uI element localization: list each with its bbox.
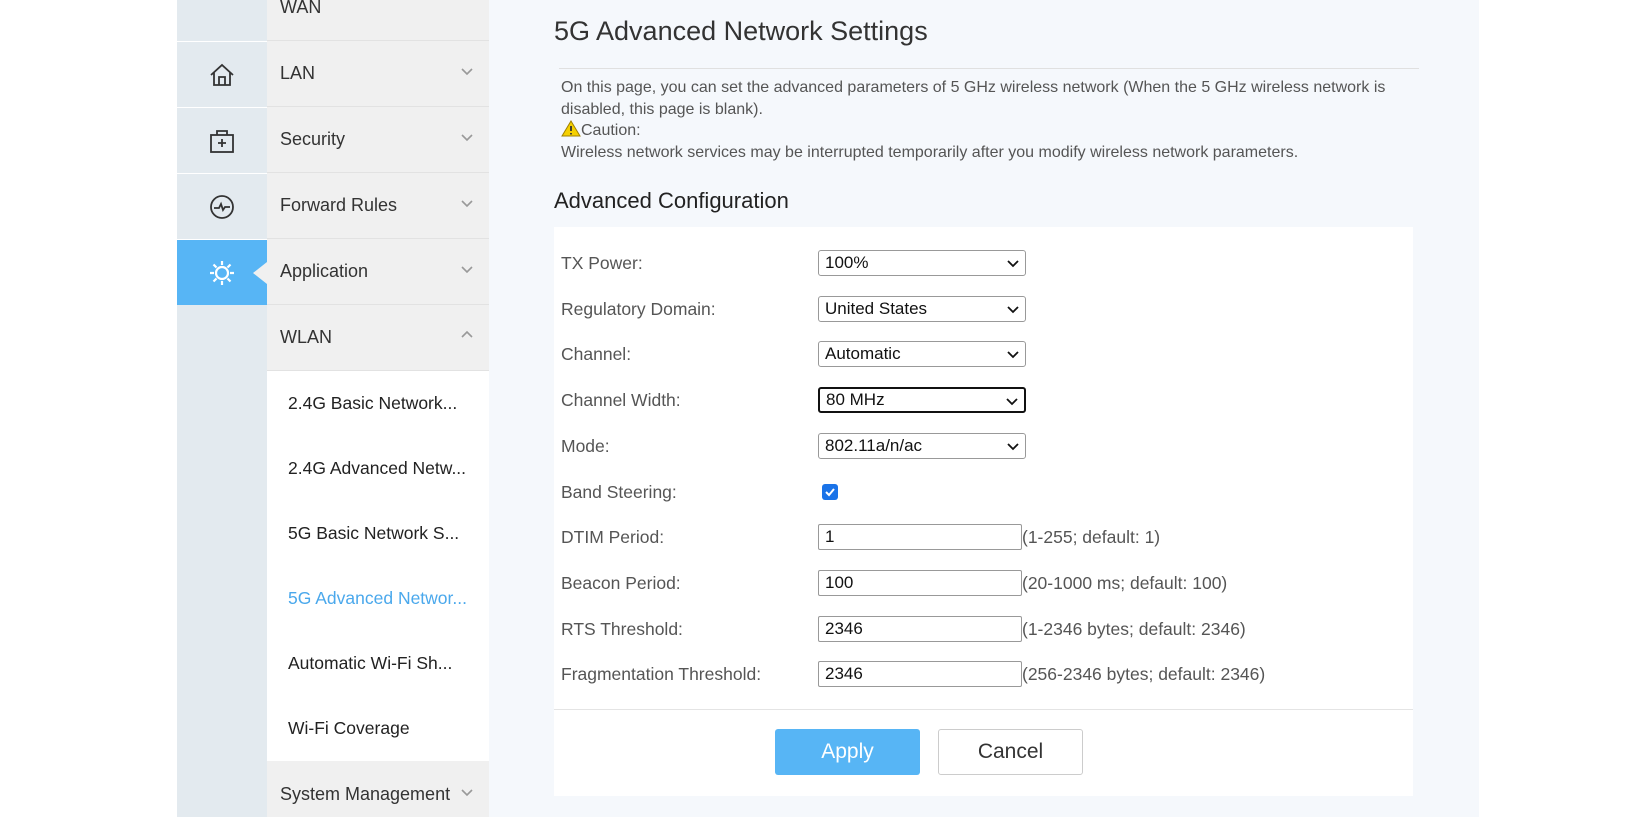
toolbox-icon [208,127,236,155]
checkmark-icon [824,486,836,498]
field-label: Regulatory Domain: [561,299,716,320]
caution-text: Wireless network services may be interru… [561,142,1421,164]
menu-wan[interactable]: WAN [267,0,489,41]
menu-label: Forward Rules [280,195,397,216]
fragmentation-hint: (256-2346 bytes; default: 2346) [1022,664,1265,685]
chevron-down-icon [461,131,473,143]
field-label: Channel Width: [561,390,681,411]
field-label: TX Power: [561,253,643,274]
chevron-down-icon [461,786,473,798]
submenu-24g-basic[interactable]: 2.4G Basic Network... [267,371,489,436]
menu-label: Security [280,129,345,150]
tx-power-select[interactable]: 100% [818,250,1026,276]
regulatory-domain-select[interactable]: United States [818,296,1026,322]
field-label: RTS Threshold: [561,619,683,640]
regulatory-domain-row: Regulatory Domain: United States [554,294,1413,324]
caution-line: Caution: [561,120,1421,142]
advanced-config-form: TX Power: 100% Regulatory Domain: United S… [554,227,1413,796]
caution-label: Caution: [581,122,641,139]
select-value: Automatic [825,344,901,364]
menu-system-management[interactable]: System Management [267,762,489,817]
channel-row: Channel: Automatic [554,339,1413,369]
nav-toolbox[interactable] [177,107,267,173]
main-content: 5G Advanced Network Settings On this pag… [489,0,1479,817]
submenu-wifi-coverage[interactable]: Wi-Fi Coverage [267,696,489,761]
menu-lan[interactable]: LAN [267,41,489,107]
cancel-button[interactable]: Cancel [938,729,1083,775]
warning-icon [561,120,581,137]
menu-label: LAN [280,63,315,84]
menu-security[interactable]: Security [267,107,489,173]
chevron-down-icon [1007,442,1019,452]
chevron-up-icon [461,329,473,341]
submenu-5g-basic[interactable]: 5G Basic Network S... [267,501,489,566]
field-label: Mode: [561,436,610,457]
menu-label: Application [280,261,368,282]
tx-power-row: TX Power: 100% [554,248,1413,278]
rts-hint: (1-2346 bytes; default: 2346) [1022,619,1246,640]
select-value: 100% [825,253,868,273]
divider [559,68,1419,69]
field-label: Beacon Period: [561,573,681,594]
dtim-input[interactable]: 1 [818,524,1022,550]
beacon-hint: (20-1000 ms; default: 100) [1022,573,1227,594]
band-steering-checkbox[interactable] [822,484,838,500]
submenu-24g-advanced[interactable]: 2.4G Advanced Netw... [267,436,489,501]
settings-menu: WAN LAN Security Forward Rules Applicati… [267,0,489,817]
menu-wlan[interactable]: WLAN [267,305,489,371]
field-label: Fragmentation Threshold: [561,664,761,685]
menu-forward-rules[interactable]: Forward Rules [267,173,489,239]
band-steering-row: Band Steering: [554,477,1413,507]
mode-select[interactable]: 802.11a/n/ac [818,433,1026,459]
select-value: 80 MHz [826,390,885,410]
nav-home[interactable] [177,41,267,107]
select-value: 802.11a/n/ac [825,436,922,456]
mode-row: Mode: 802.11a/n/ac [554,431,1413,461]
submenu-auto-wifi[interactable]: Automatic Wi-Fi Sh... [267,631,489,696]
chevron-down-icon [1006,397,1018,407]
field-label: DTIM Period: [561,527,664,548]
home-icon [208,61,236,89]
menu-label: WAN [280,0,321,18]
page-description: On this page, you can set the advanced p… [561,77,1421,163]
fragmentation-row: Fragmentation Threshold: 2346(256-2346 by… [554,659,1413,689]
channel-width-select[interactable]: 80 MHz [818,387,1026,413]
chevron-down-icon [461,263,473,275]
field-label: Channel: [561,344,631,365]
nav-status[interactable] [177,173,267,239]
icon-sidebar [177,0,267,817]
nav-settings[interactable] [177,239,267,305]
apply-button[interactable]: Apply [775,729,920,775]
select-value: United States [825,299,927,319]
menu-application[interactable]: Application [267,239,489,305]
chevron-down-icon [461,197,473,209]
chevron-down-icon [1007,259,1019,269]
divider [554,709,1413,710]
channel-select[interactable]: Automatic [818,341,1026,367]
chevron-down-icon [461,65,473,77]
chevron-down-icon [1007,305,1019,315]
beacon-input[interactable]: 100 [818,570,1022,596]
page-title: 5G Advanced Network Settings [554,16,928,47]
section-title: Advanced Configuration [554,188,789,214]
settings-icon [208,259,236,287]
dtim-row: DTIM Period: 1(1-255; default: 1) [554,522,1413,552]
rts-row: RTS Threshold: 2346(1-2346 bytes; default… [554,614,1413,644]
rts-input[interactable]: 2346 [818,616,1022,642]
channel-width-row: Channel Width: 80 MHz [554,385,1413,415]
dtim-hint: (1-255; default: 1) [1022,527,1160,548]
field-label: Band Steering: [561,482,677,503]
fragmentation-input[interactable]: 2346 [818,661,1022,687]
menu-label: WLAN [280,327,332,348]
submenu-5g-advanced[interactable]: 5G Advanced Networ... [267,566,489,631]
description-text: On this page, you can set the advanced p… [561,77,1421,120]
chevron-down-icon [1007,350,1019,360]
beacon-row: Beacon Period: 100(20-1000 ms; default: 1… [554,568,1413,598]
menu-label: System Management [280,784,450,805]
monitor-icon [208,193,236,221]
